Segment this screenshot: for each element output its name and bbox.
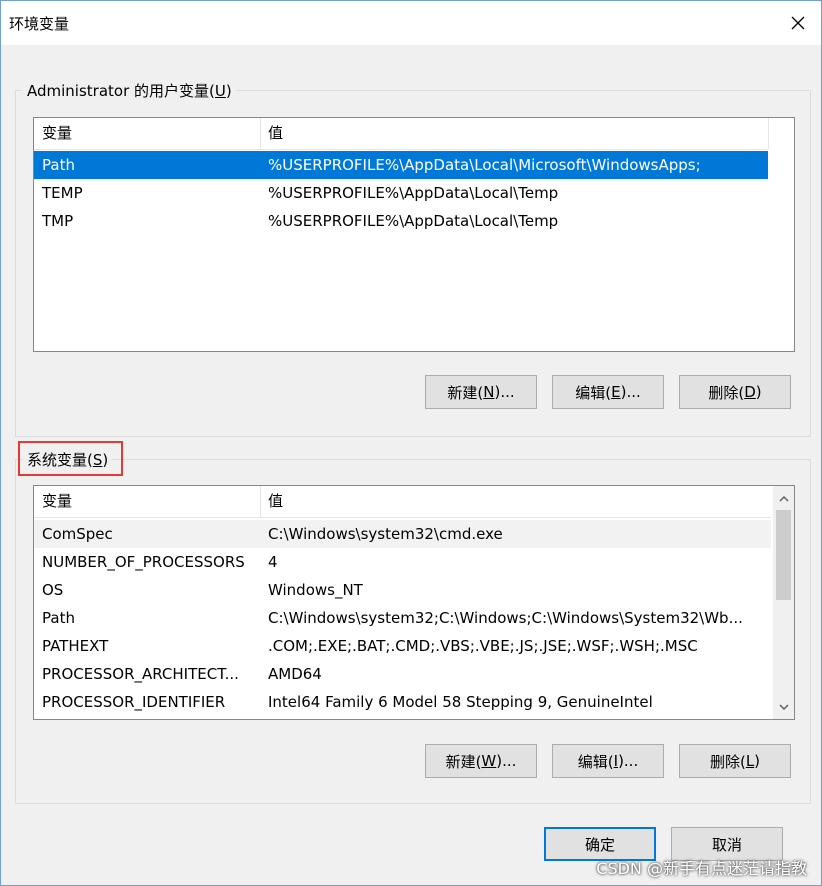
table-row[interactable]: Path C:\Windows\system32;C:\Windows;C:\W… (34, 604, 771, 632)
scroll-down-button[interactable] (773, 696, 794, 717)
system-new-button[interactable]: 新建(W)... (425, 744, 537, 778)
table-row[interactable]: OS Windows_NT (34, 576, 771, 604)
user-delete-button[interactable]: 删除(D) (679, 375, 791, 409)
column-header-value[interactable]: 值 (260, 486, 771, 517)
environment-variables-dialog: 环境变量 Administrator 的用户变量(U) 变量 值 Path %U… (0, 0, 822, 886)
system-delete-button[interactable]: 删除(L) (679, 744, 791, 778)
system-variables-list[interactable]: 变量 值 ComSpec C:\Windows\system32\cmd.exe… (33, 485, 795, 720)
user-edit-button[interactable]: 编辑(E)... (552, 375, 664, 409)
title-bar[interactable]: 环境变量 (1, 1, 821, 45)
table-row-path[interactable]: Path %USERPROFILE%\AppData\Local\Microso… (34, 151, 768, 179)
close-button[interactable] (775, 1, 821, 45)
user-variables-label: Administrator 的用户变量(U) (23, 81, 236, 101)
highlight-box (18, 441, 123, 476)
table-row[interactable]: PATHEXT .COM;.EXE;.BAT;.CMD;.VBS;.VBE;.J… (34, 632, 771, 660)
scroll-thumb[interactable] (776, 510, 791, 600)
user-new-button[interactable]: 新建(N)... (425, 375, 537, 409)
watermark: CSDN @新手有点迷茫请指教 (596, 859, 807, 878)
table-row[interactable]: TEMP %USERPROFILE%\AppData\Local\Temp (34, 179, 768, 207)
close-icon (791, 16, 805, 30)
window-title: 环境变量 (9, 15, 70, 33)
user-variables-list[interactable]: 变量 值 Path %USERPROFILE%\AppData\Local\Mi… (33, 117, 795, 352)
table-row[interactable]: NUMBER_OF_PROCESSORS 4 (34, 548, 771, 576)
scroll-up-button[interactable] (773, 488, 794, 509)
list-header: 变量 值 (34, 118, 769, 150)
column-header-variable[interactable]: 变量 (34, 118, 260, 149)
column-header-value[interactable]: 值 (260, 118, 768, 149)
list-header: 变量 值 (34, 486, 771, 518)
chevron-down-icon (778, 703, 789, 710)
table-row[interactable]: PROCESSOR_IDENTIFIER Intel64 Family 6 Mo… (34, 688, 771, 716)
column-header-variable[interactable]: 变量 (34, 486, 260, 517)
system-edit-button[interactable]: 编辑(I)... (552, 744, 664, 778)
table-row[interactable]: PROCESSOR_ARCHITECT... AMD64 (34, 660, 771, 688)
table-row[interactable]: ComSpec C:\Windows\system32\cmd.exe (34, 520, 771, 548)
table-row[interactable]: TMP %USERPROFILE%\AppData\Local\Temp (34, 207, 768, 235)
chevron-up-icon (778, 495, 789, 502)
vertical-scrollbar[interactable] (773, 486, 794, 719)
